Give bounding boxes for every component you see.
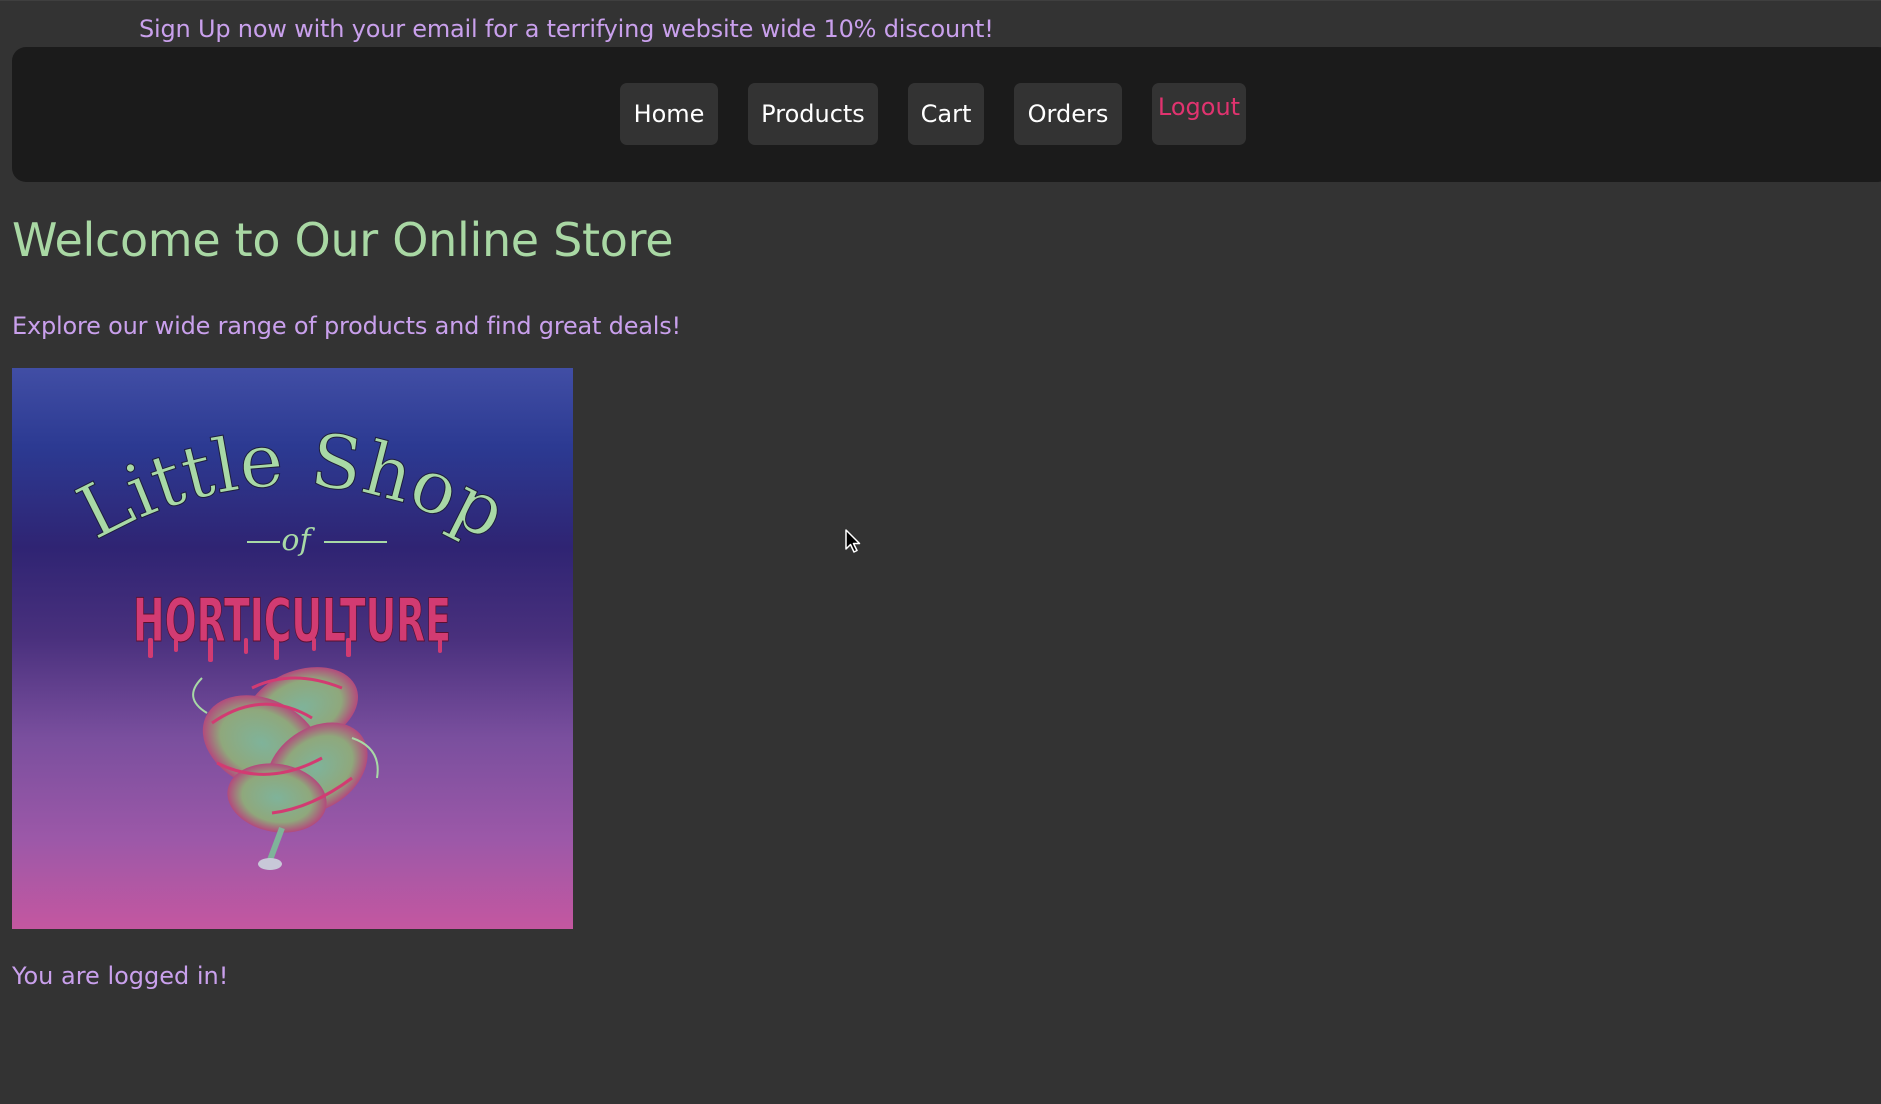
logo-line3: HORTICULTURE [133, 586, 451, 656]
navbar: Home Products Cart Orders Logout [12, 47, 1881, 182]
promo-banner: Sign Up now with your email for a terrif… [139, 15, 994, 43]
nav-orders-button[interactable]: Orders [1014, 83, 1122, 145]
nav-cart-button[interactable]: Cart [908, 83, 984, 145]
page-subtitle: Explore our wide range of products and f… [12, 312, 681, 340]
mouse-cursor-icon [845, 529, 861, 553]
logo-line2: of [281, 523, 315, 558]
login-status: You are logged in! [12, 962, 229, 990]
nav-products-button[interactable]: Products [748, 83, 878, 145]
nav-home-button[interactable]: Home [620, 83, 718, 145]
nav-logout-button[interactable]: Logout [1152, 83, 1246, 145]
page-title: Welcome to Our Online Store [12, 213, 674, 267]
store-logo-image: Little Shop of HORTICULTURE [12, 368, 573, 929]
